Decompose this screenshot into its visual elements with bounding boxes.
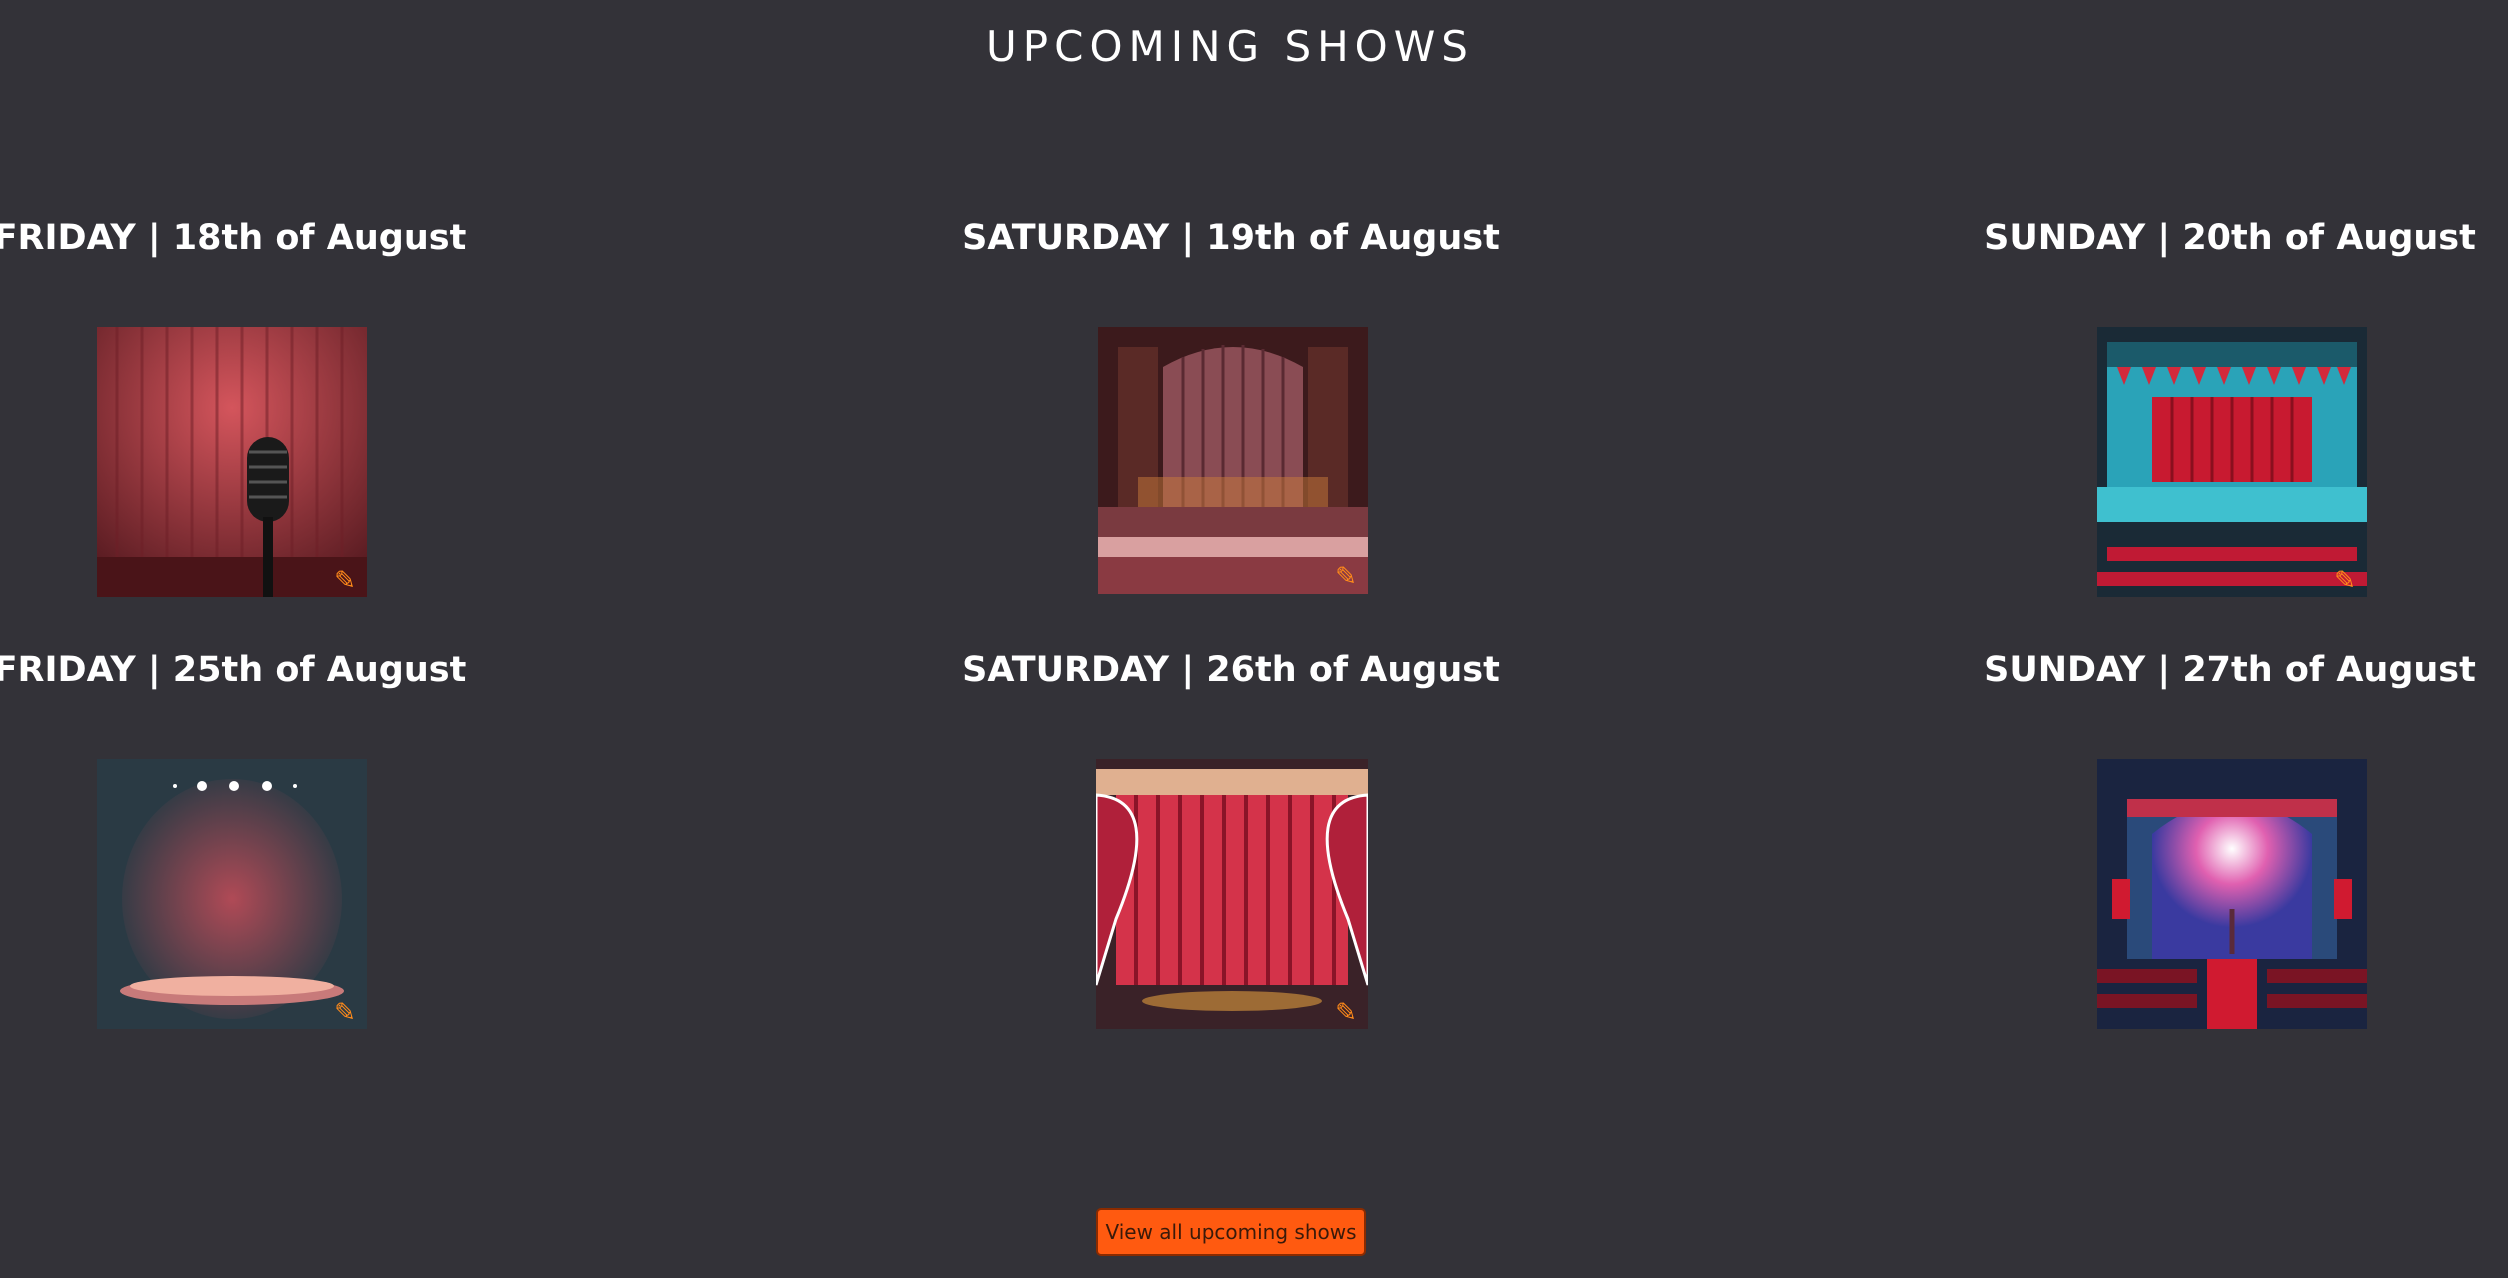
show-card[interactable]: FRIDAY | 18th of August: [0, 218, 540, 258]
svg-text:✎: ✎: [334, 566, 356, 596]
microphone-stage-image[interactable]: ✎: [97, 327, 367, 597]
svg-text:✎: ✎: [1335, 562, 1357, 592]
show-date-heading: SATURDAY | 26th of August: [962, 650, 1500, 690]
arch-stage-image[interactable]: [2097, 759, 2367, 1029]
theater-hall-image[interactable]: ✎: [2097, 327, 2367, 597]
show-date-heading: FRIDAY | 25th of August: [0, 650, 467, 690]
show-date-heading: SUNDAY | 20th of August: [1984, 218, 2476, 258]
upcoming-shows-page: UPCOMING SHOWS FRIDAY | 18th of August ✎…: [0, 0, 2508, 1278]
show-date-heading: SUNDAY | 27th of August: [1984, 650, 2476, 690]
curtain-stage-image[interactable]: ✎: [1098, 327, 1368, 594]
show-card[interactable]: SUNDAY | 27th of August: [1920, 650, 2508, 690]
red-curtain-image[interactable]: ✎: [1096, 759, 1368, 1029]
show-date-heading: SATURDAY | 19th of August: [962, 218, 1500, 258]
show-card[interactable]: FRIDAY | 25th of August: [0, 650, 540, 690]
svg-text:✎: ✎: [1335, 998, 1357, 1028]
show-card[interactable]: SATURDAY | 19th of August: [921, 218, 1541, 258]
show-card[interactable]: SATURDAY | 26th of August: [921, 650, 1541, 690]
spotlight-stage-image[interactable]: ✎: [97, 759, 367, 1029]
svg-text:✎: ✎: [2334, 566, 2356, 596]
show-card[interactable]: SUNDAY | 20th of August: [1920, 218, 2508, 258]
show-date-heading: FRIDAY | 18th of August: [0, 218, 467, 258]
view-all-shows-button[interactable]: View all upcoming shows: [1096, 1208, 1366, 1256]
svg-text:✎: ✎: [334, 998, 356, 1028]
page-title: UPCOMING SHOWS: [986, 22, 1474, 71]
